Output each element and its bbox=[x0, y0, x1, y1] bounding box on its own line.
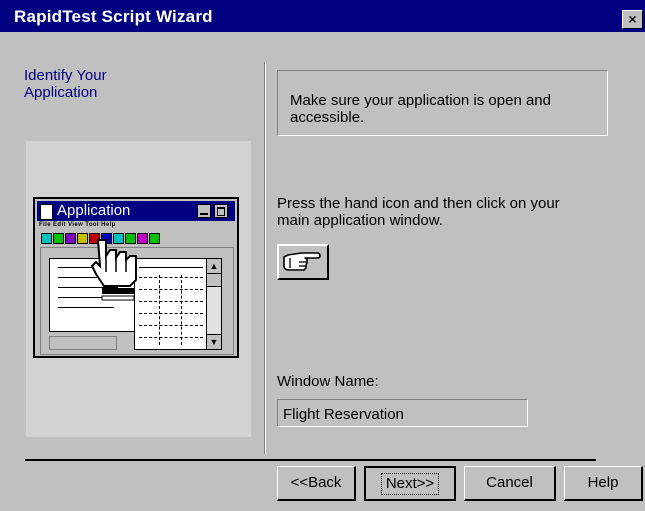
instruction-line2: main application window. bbox=[277, 212, 443, 229]
instruction-line1: Press the hand icon and then click on yo… bbox=[277, 195, 560, 212]
title-bar: RapidTest Script Wizard × bbox=[0, 0, 645, 32]
document-icon bbox=[40, 204, 53, 220]
toolbar-icon bbox=[53, 233, 64, 244]
step-title-line2: Application bbox=[24, 84, 98, 101]
instruction-text: Press the hand icon and then click on yo… bbox=[277, 195, 617, 229]
illustration-scrollbar: ▲ ▼ bbox=[206, 258, 222, 350]
window-name-label: Window Name: bbox=[277, 373, 379, 390]
window-name-field[interactable]: Flight Reservation bbox=[277, 399, 528, 427]
down-arrow-icon: ▼ bbox=[207, 334, 221, 349]
illustration-menu-bar: File Edit View Tool Help bbox=[39, 222, 116, 228]
illustration-field bbox=[49, 336, 117, 350]
info-box: Make sure your application is open and a… bbox=[277, 70, 608, 136]
back-button[interactable]: <<Back bbox=[277, 466, 356, 501]
step-title-line1: Identify Your bbox=[24, 67, 107, 84]
info-text-line2: accessible. bbox=[290, 109, 365, 126]
toolbar-icon bbox=[77, 233, 88, 244]
toolbar-icon bbox=[149, 233, 160, 244]
next-button[interactable]: Next>> bbox=[364, 466, 456, 501]
info-text-line1: Make sure your application is open and bbox=[290, 92, 551, 109]
toolbar-icon bbox=[65, 233, 76, 244]
toolbar-icon bbox=[41, 233, 52, 244]
up-arrow-icon: ▲ bbox=[207, 259, 221, 274]
button-separator bbox=[25, 459, 596, 461]
pointing-hand-icon bbox=[90, 239, 137, 301]
info-text: Make sure your application is open and a… bbox=[290, 92, 600, 126]
back-button-label: <<Back bbox=[290, 474, 342, 491]
help-button[interactable]: Help bbox=[564, 466, 643, 501]
pointing-hand-icon bbox=[283, 252, 321, 271]
close-icon: × bbox=[628, 11, 637, 27]
minimize-icon bbox=[197, 204, 211, 218]
help-button-label: Help bbox=[587, 474, 619, 491]
next-button-label: Next>> bbox=[380, 473, 440, 495]
hand-pointer-button[interactable] bbox=[277, 244, 329, 280]
illustration-app-title: Application bbox=[57, 202, 131, 219]
maximize-icon bbox=[214, 204, 228, 218]
window-title: RapidTest Script Wizard bbox=[14, 7, 213, 26]
vertical-divider bbox=[264, 62, 266, 454]
cancel-button-label: Cancel bbox=[486, 474, 533, 491]
cancel-button[interactable]: Cancel bbox=[464, 466, 556, 501]
step-title: Identify Your Application bbox=[24, 67, 224, 101]
close-button[interactable]: × bbox=[622, 10, 643, 29]
illustration-title-bar: Application bbox=[37, 201, 235, 221]
